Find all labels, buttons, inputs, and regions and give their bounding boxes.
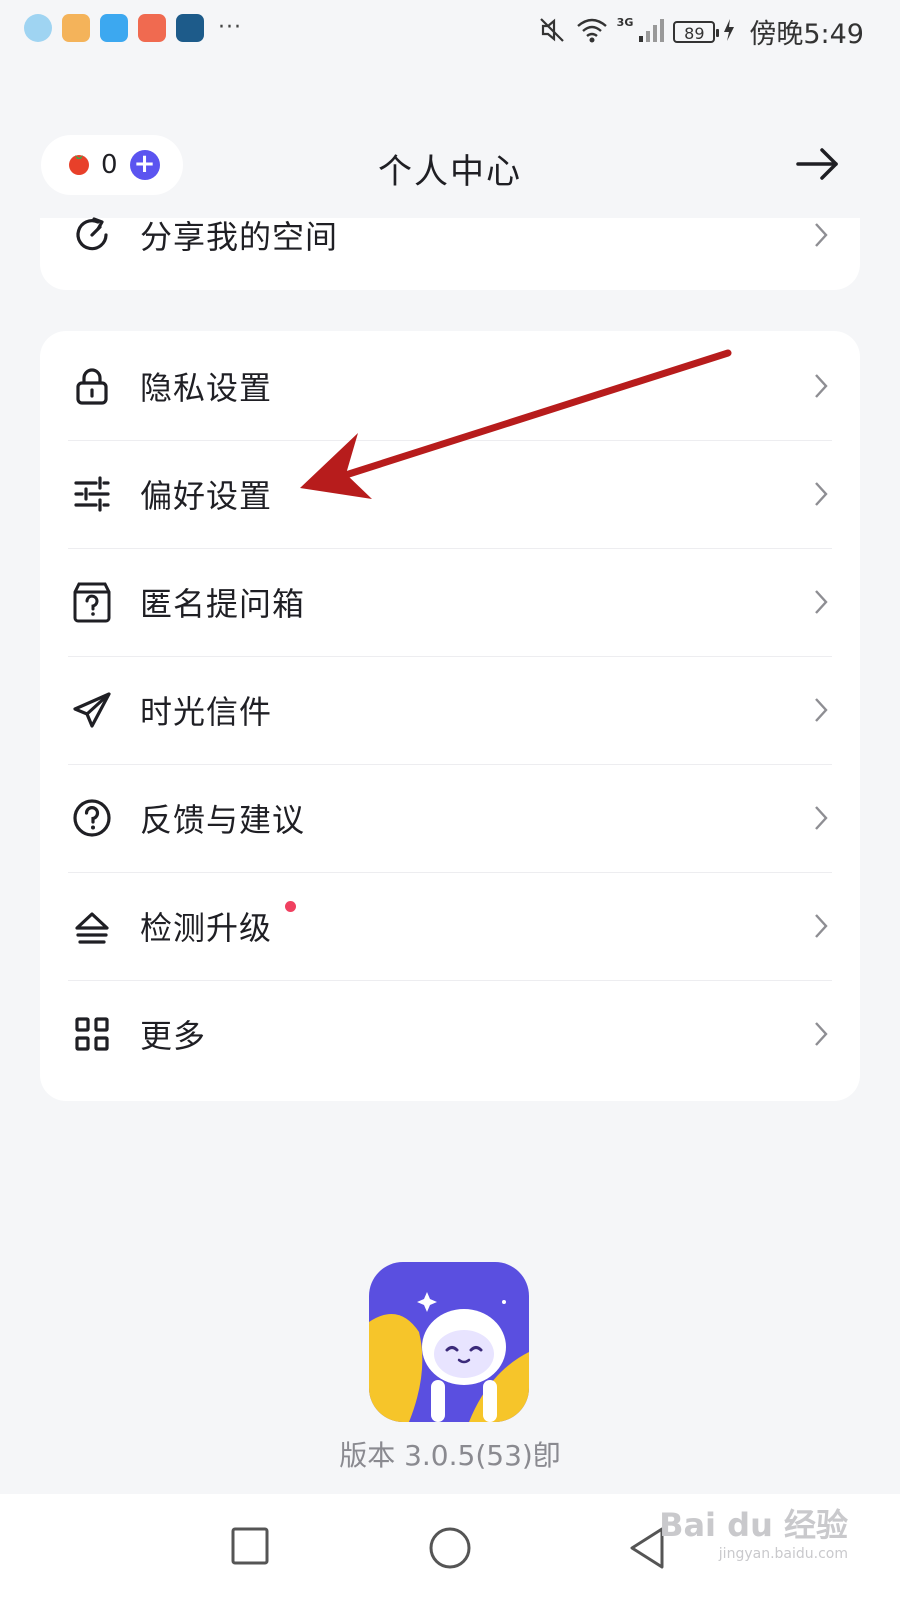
square-icon [231, 1527, 269, 1565]
watermark-logo: Bai du 经验 [659, 1506, 848, 1544]
watermark-url: jingyan.baidu.com [718, 1546, 848, 1562]
version-label: 版本 3.0.5(53)卽 [339, 1439, 561, 1472]
home-button[interactable] [428, 1526, 472, 1574]
wallet-app-icon [138, 14, 166, 42]
chevron-right-icon [815, 223, 828, 247]
menu-item-more[interactable]: 更多 [40, 979, 860, 1089]
app-logo [369, 1262, 529, 1422]
battery-indicator: 89 [673, 20, 720, 43]
package-app-icon [62, 14, 90, 42]
wifi-icon [575, 15, 609, 49]
menu-item-label: 反馈与建议 [140, 801, 306, 839]
status-bar: ··· 3G 89 傍晚5:49 [0, 0, 900, 62]
chevron-right-icon [815, 1022, 828, 1046]
status-indicators: 3G 89 傍晚5:49 [537, 12, 864, 51]
paper-plane-icon [70, 688, 114, 732]
menu-item-label: 偏好设置 [140, 477, 273, 515]
mute-icon [537, 15, 567, 49]
recents-button[interactable] [230, 1526, 270, 1570]
lucky-app-icon [176, 14, 204, 42]
chevron-right-icon [815, 914, 828, 938]
arrow-right-icon [796, 148, 838, 180]
menu-item-check-upgrade[interactable]: 检测升级 [40, 871, 860, 981]
more-notifications-indicator: ··· [218, 15, 242, 40]
notification-icons: ··· [24, 14, 242, 42]
menu-item-label: 更多 [140, 1017, 207, 1055]
circle-icon [429, 1527, 471, 1569]
menu-item-feedback[interactable]: 反馈与建议 [40, 763, 860, 873]
menu-item-time-letters[interactable]: 时光信件 [40, 655, 860, 765]
chevron-right-icon [815, 482, 828, 506]
menu-item-label: 时光信件 [140, 693, 273, 731]
notification-dot [285, 901, 296, 912]
menu-item-label: 检测升级 [140, 909, 273, 947]
menu-item-share-space[interactable]: 分享我的空间 [40, 180, 860, 290]
menu-item-privacy-settings[interactable]: 隐私设置 [40, 331, 860, 441]
sliders-icon [70, 472, 114, 516]
chevron-right-icon [815, 590, 828, 614]
menu-item-anonymous-question-box[interactable]: 匿名提问箱 [40, 547, 860, 657]
help-circle-icon [70, 796, 114, 840]
signal-icon [637, 16, 665, 48]
grid-icon [70, 1012, 114, 1056]
settings-menu-card: 隐私设置 偏好设置 匿名提问箱 时光信件 反馈与建议 检测升级 更多 [40, 331, 860, 1101]
shield-app-icon [100, 14, 128, 42]
menu-item-label: 隐私设置 [140, 369, 273, 407]
share-card: 分享我的空间 [40, 217, 860, 290]
lock-icon [70, 364, 114, 408]
chevron-right-icon [815, 806, 828, 830]
menu-item-label: 分享我的空间 [140, 218, 339, 256]
menu-item-label: 匿名提问箱 [140, 585, 306, 623]
chevron-right-icon [815, 698, 828, 722]
menu-item-preference-settings[interactable]: 偏好设置 [40, 439, 860, 549]
maps-app-icon [24, 14, 52, 42]
network-type-label: 3G [616, 16, 634, 29]
charging-icon [723, 18, 735, 46]
upgrade-icon [70, 904, 114, 948]
chevron-right-icon [815, 374, 828, 398]
question-box-icon [70, 580, 114, 624]
share-refresh-icon [70, 213, 114, 257]
clock: 傍晚5:49 [749, 19, 864, 50]
